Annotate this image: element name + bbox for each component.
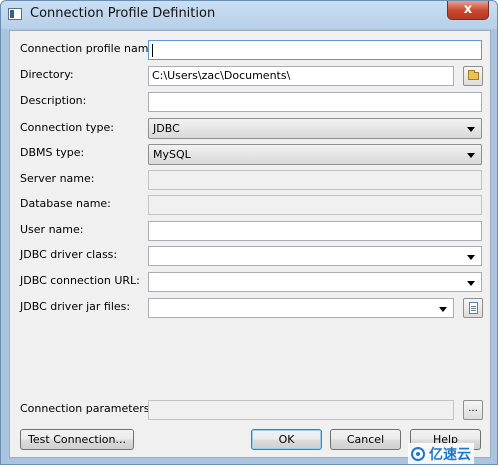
window-title: Connection Profile Definition (30, 6, 216, 21)
server-name-label: Server name: (20, 172, 95, 185)
jdbc-driver-jar-files-label: JDBC driver jar files: (20, 300, 131, 313)
chevron-down-icon[interactable] (467, 255, 475, 260)
edit-parameters-button[interactable]: ... (463, 400, 483, 420)
watermark-text: 亿速云 (429, 447, 471, 463)
directory-label: Directory: (20, 68, 74, 81)
cancel-button[interactable]: Cancel (330, 429, 401, 450)
chevron-down-icon[interactable] (467, 281, 475, 286)
text-caret (152, 44, 153, 57)
connection-type-label: Connection type: (20, 121, 115, 134)
watermark-logo-icon (411, 447, 425, 461)
close-button[interactable]: x (447, 1, 489, 20)
connection-type-select[interactable]: JDBC (148, 118, 482, 139)
directory-value: C:\Users\zac\Documents\ (152, 69, 291, 82)
directory-input[interactable]: C:\Users\zac\Documents\ (148, 66, 454, 86)
jdbc-driver-jar-files-combo[interactable] (148, 298, 454, 318)
description-input[interactable] (148, 92, 482, 112)
folder-icon (468, 70, 479, 80)
ellipsis-label: ... (468, 403, 478, 414)
jdbc-driver-class-label: JDBC driver class: (20, 248, 118, 261)
user-name-label: User name: (20, 223, 84, 236)
server-name-input[interactable] (148, 170, 482, 190)
dbms-type-value: MySQL (153, 148, 191, 161)
test-connection-button[interactable]: Test Connection... (20, 429, 134, 450)
dialog-content: Connection profile name: Directory: C:\U… (9, 30, 491, 458)
dialog-window: Connection Profile Definition x Connecti… (0, 0, 498, 465)
user-name-input[interactable] (148, 221, 482, 241)
jdbc-connection-url-label: JDBC connection URL: (20, 274, 140, 287)
description-label: Description: (20, 94, 87, 107)
jdbc-driver-class-combo[interactable] (148, 246, 482, 266)
chevron-down-icon (467, 127, 475, 132)
database-name-input[interactable] (148, 195, 482, 215)
connection-parameters-label: Connection parameters: (20, 402, 154, 415)
connection-type-value: JDBC (153, 122, 180, 135)
dbms-type-select[interactable]: MySQL (148, 144, 482, 165)
close-icon: x (463, 2, 473, 17)
connection-profile-name-input[interactable] (148, 40, 482, 60)
jdbc-connection-url-combo[interactable] (148, 272, 482, 292)
dbms-type-label: DBMS type: (20, 146, 85, 159)
window-icon (8, 8, 22, 20)
browse-directory-button[interactable] (463, 66, 483, 86)
connection-profile-name-label: Connection profile name: (20, 42, 159, 55)
document-icon (469, 302, 478, 314)
chevron-down-icon[interactable] (439, 307, 447, 312)
database-name-label: Database name: (20, 197, 111, 210)
chevron-down-icon (467, 153, 475, 158)
connection-parameters-input[interactable] (148, 400, 454, 420)
watermark: 亿速云 (408, 443, 474, 464)
browse-jar-files-button[interactable] (463, 298, 483, 318)
title-bar[interactable]: Connection Profile Definition x (1, 1, 497, 29)
ok-button[interactable]: OK (251, 429, 322, 450)
